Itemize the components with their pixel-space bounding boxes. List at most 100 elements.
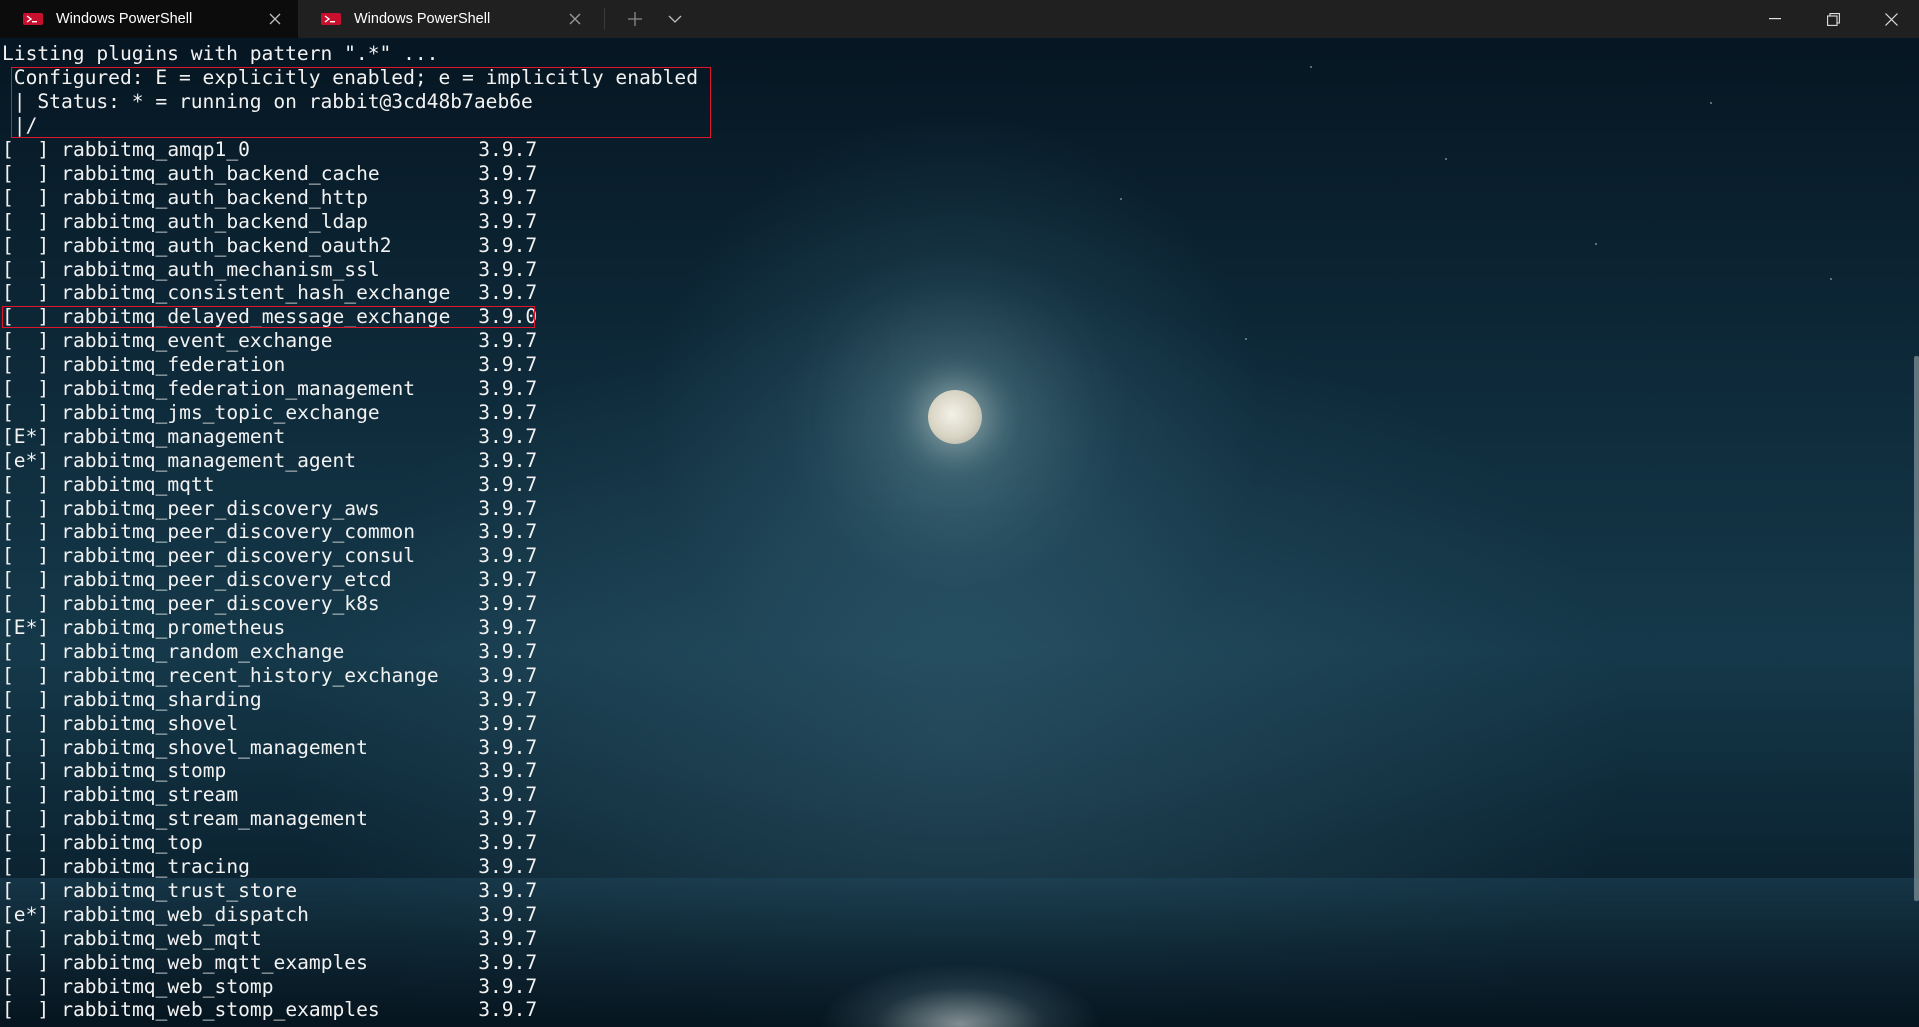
legend-highlight-box — [11, 67, 711, 138]
plugin-flags: [ ] — [2, 353, 50, 377]
plugin-row: [e*] rabbitmq_management_agent 3.9.7 — [2, 449, 537, 473]
plugin-version: 3.9.7 — [478, 138, 538, 161]
plugin-name: rabbitmq_tracing — [61, 855, 250, 878]
plugin-row: [ ] rabbitmq_stream_management 3.9.7 — [2, 807, 537, 831]
plugin-name: rabbitmq_stream_management — [61, 807, 368, 831]
powershell-icon — [320, 12, 342, 26]
plugin-row: [ ] rabbitmq_mqtt 3.9.7 — [2, 473, 537, 497]
plugin-flags: [ ] — [2, 400, 50, 424]
plugin-name: rabbitmq_web_stomp_examples — [61, 998, 380, 1022]
tab-title: Windows PowerShell — [354, 11, 491, 27]
plugin-name: rabbitmq_recent_history_exchange — [61, 663, 439, 687]
plugin-flags: [ ] — [2, 759, 50, 783]
plugin-version: 3.9.7 — [478, 663, 538, 687]
plugin-version: 3.9.7 — [478, 831, 538, 855]
plugin-row: [ ] rabbitmq_web_stomp_examples 3.9.7 — [2, 998, 537, 1022]
plugin-version: 3.9.7 — [478, 687, 538, 711]
plugin-row: [ ] rabbitmq_amqp1_0 3.9.7 — [2, 138, 537, 162]
plugin-version: 3.9.7 — [478, 735, 538, 759]
plugin-version: 3.9.7 — [478, 233, 538, 257]
plugin-version: 3.9.7 — [478, 329, 538, 353]
plugin-row: [ ] rabbitmq_sharding 3.9.7 — [2, 688, 537, 712]
plugin-name: rabbitmq_event_exchange — [61, 329, 333, 353]
plugin-flags: [ ] — [2, 568, 50, 592]
plugin-flags: [ ] — [2, 161, 50, 185]
plugin-version: 3.9.7 — [478, 878, 538, 902]
plugin-name: rabbitmq_peer_discovery_common — [61, 520, 416, 544]
plugin-version: 3.9.7 — [478, 639, 538, 663]
close-icon[interactable] — [264, 8, 286, 30]
terminal-output[interactable]: Listing plugins with pattern ".*" ... Co… — [0, 38, 1919, 1027]
tab-separator — [604, 8, 605, 30]
plugin-name: rabbitmq_random_exchange — [61, 639, 345, 663]
plugin-flags: [ ] — [2, 377, 50, 400]
window-close-icon[interactable] — [1868, 0, 1914, 38]
plugin-name: rabbitmq_federation_management — [61, 377, 416, 400]
plugin-row: [ ] rabbitmq_event_exchange 3.9.7 — [2, 329, 537, 353]
scrollbar[interactable] — [1914, 356, 1919, 901]
plugin-version: 3.9.7 — [478, 926, 538, 950]
plugin-version: 3.9.7 — [478, 950, 538, 974]
plugin-row: [ ] rabbitmq_web_mqtt_examples 3.9.7 — [2, 951, 537, 975]
plugin-row: [ ] rabbitmq_auth_backend_http 3.9.7 — [2, 186, 537, 210]
plugin-flags: [ ] — [2, 209, 50, 233]
plugin-flags: [E*] — [2, 424, 50, 448]
plugin-name: rabbitmq_stomp — [61, 759, 227, 783]
close-icon[interactable] — [564, 8, 586, 30]
plugin-name: rabbitmq_auth_backend_cache — [61, 161, 380, 185]
plugin-name: rabbitmq_peer_discovery_consul — [61, 544, 416, 568]
plugin-name: rabbitmq_consistent_hash_exchange — [61, 281, 451, 305]
plugin-name: rabbitmq_web_stomp — [61, 974, 274, 998]
plugin-name: rabbitmq_top — [61, 831, 203, 855]
plugin-version: 3.9.7 — [478, 855, 538, 878]
plugin-row: [ ] rabbitmq_auth_backend_ldap 3.9.7 — [2, 210, 537, 234]
plugin-version: 3.9.7 — [478, 400, 538, 424]
plugin-flags: [e*] — [2, 902, 50, 926]
plugin-highlight-box — [2, 306, 535, 329]
plugin-row: [ ] rabbitmq_federation_management 3.9.7 — [2, 377, 537, 401]
plugin-name: rabbitmq_management_agent — [61, 448, 357, 472]
plugin-row: [ ] rabbitmq_stream 3.9.7 — [2, 783, 537, 807]
plugin-row: [ ] rabbitmq_trust_store 3.9.7 — [2, 879, 537, 903]
tab-powershell-2[interactable]: Windows PowerShell — [306, 0, 598, 38]
plugin-version: 3.9.7 — [478, 377, 538, 400]
plugin-name: rabbitmq_trust_store — [61, 878, 298, 902]
plugin-name: rabbitmq_web_mqtt — [61, 926, 262, 950]
plugin-flags: [E*] — [2, 616, 50, 639]
plugin-row: [E*] rabbitmq_prometheus 3.9.7 — [2, 616, 537, 640]
plugin-name: rabbitmq_prometheus — [61, 616, 286, 639]
plugin-version: 3.9.7 — [478, 592, 538, 616]
plugin-flags: [ ] — [2, 974, 50, 998]
minimize-icon[interactable] — [1752, 0, 1798, 38]
plugin-flags: [ ] — [2, 138, 50, 161]
plugin-flags: [ ] — [2, 735, 50, 759]
plugin-flags: [ ] — [2, 855, 50, 878]
plugin-row: [ ] rabbitmq_shovel_management 3.9.7 — [2, 736, 537, 760]
plugin-version: 3.9.7 — [478, 472, 538, 496]
plus-icon[interactable] — [620, 0, 650, 38]
plugin-row: [ ] rabbitmq_random_exchange 3.9.7 — [2, 640, 537, 664]
plugin-version: 3.9.7 — [478, 185, 538, 209]
plugin-version: 3.9.7 — [478, 616, 538, 639]
restore-icon[interactable] — [1810, 0, 1856, 38]
plugin-version: 3.9.7 — [478, 711, 538, 735]
plugin-name: rabbitmq_sharding — [61, 687, 262, 711]
title-bar: Windows PowerShell Windows PowerShell — [0, 0, 1919, 38]
plugin-row: [ ] rabbitmq_peer_discovery_aws 3.9.7 — [2, 497, 537, 521]
plugin-name: rabbitmq_auth_mechanism_ssl — [61, 257, 380, 281]
plugin-flags: [ ] — [2, 831, 50, 855]
plugin-version: 3.9.7 — [478, 161, 538, 185]
plugin-flags: [e*] — [2, 448, 50, 472]
plugin-version: 3.9.7 — [478, 209, 538, 233]
plugin-version: 3.9.7 — [478, 257, 538, 281]
plugin-row: [ ] rabbitmq_stomp 3.9.7 — [2, 759, 537, 783]
tab-powershell-1[interactable]: Windows PowerShell — [0, 0, 298, 38]
plugin-row: [ ] rabbitmq_web_mqtt 3.9.7 — [2, 927, 537, 951]
chevron-down-icon[interactable] — [660, 0, 690, 38]
powershell-icon — [22, 12, 44, 26]
plugin-flags: [ ] — [2, 639, 50, 663]
plugin-flags: [ ] — [2, 281, 50, 305]
plugin-row: [ ] rabbitmq_consistent_hash_exchange 3.9.… — [2, 281, 537, 305]
plugin-flags: [ ] — [2, 329, 50, 353]
plugin-row: [ ] rabbitmq_peer_discovery_common 3.9.7 — [2, 520, 537, 544]
